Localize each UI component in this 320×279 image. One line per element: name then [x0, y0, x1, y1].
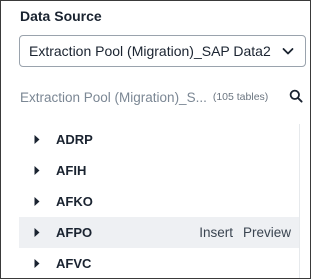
- table-count: (105 tables): [212, 91, 269, 103]
- chevron-down-icon: [282, 48, 294, 55]
- table-name: AFPO: [56, 225, 93, 240]
- caret-right-icon[interactable]: [33, 196, 41, 207]
- data-source-select[interactable]: Extraction Pool (Migration)_SAP Data2: [19, 35, 306, 67]
- row-actions: Insert Preview: [199, 225, 291, 240]
- insert-button[interactable]: Insert: [199, 225, 233, 240]
- table-row-afvc[interactable]: AFVC: [19, 248, 299, 278]
- table-row-afko[interactable]: AFKO: [19, 186, 299, 217]
- table-name: AFIH: [56, 163, 87, 178]
- table-list: ADRP AFIH AFKO AFPO Insert Preview AFVC: [19, 124, 299, 278]
- caret-right-icon[interactable]: [33, 227, 41, 238]
- data-source-selected-value: Extraction Pool (Migration)_SAP Data2: [29, 43, 271, 59]
- table-name: ADRP: [56, 132, 93, 147]
- table-name: AFVC: [56, 256, 92, 271]
- caret-right-icon[interactable]: [33, 258, 41, 269]
- data-source-panel: Data Source Extraction Pool (Migration)_…: [0, 0, 311, 279]
- table-row-afih[interactable]: AFIH: [19, 155, 299, 186]
- search-source-text: Extraction Pool (Migration)_S...: [20, 89, 207, 105]
- table-search-bar[interactable]: Extraction Pool (Migration)_S... (105 ta…: [20, 87, 306, 107]
- table-name: AFKO: [56, 194, 93, 209]
- table-row-adrp[interactable]: ADRP: [19, 124, 299, 155]
- table-row-afpo[interactable]: AFPO Insert Preview: [19, 217, 299, 248]
- caret-right-icon[interactable]: [33, 134, 41, 145]
- search-icon[interactable]: [289, 89, 303, 103]
- preview-button[interactable]: Preview: [243, 225, 291, 240]
- list-scrollbar[interactable]: [299, 124, 306, 278]
- data-source-title: Data Source: [20, 8, 102, 24]
- caret-right-icon[interactable]: [33, 165, 41, 176]
